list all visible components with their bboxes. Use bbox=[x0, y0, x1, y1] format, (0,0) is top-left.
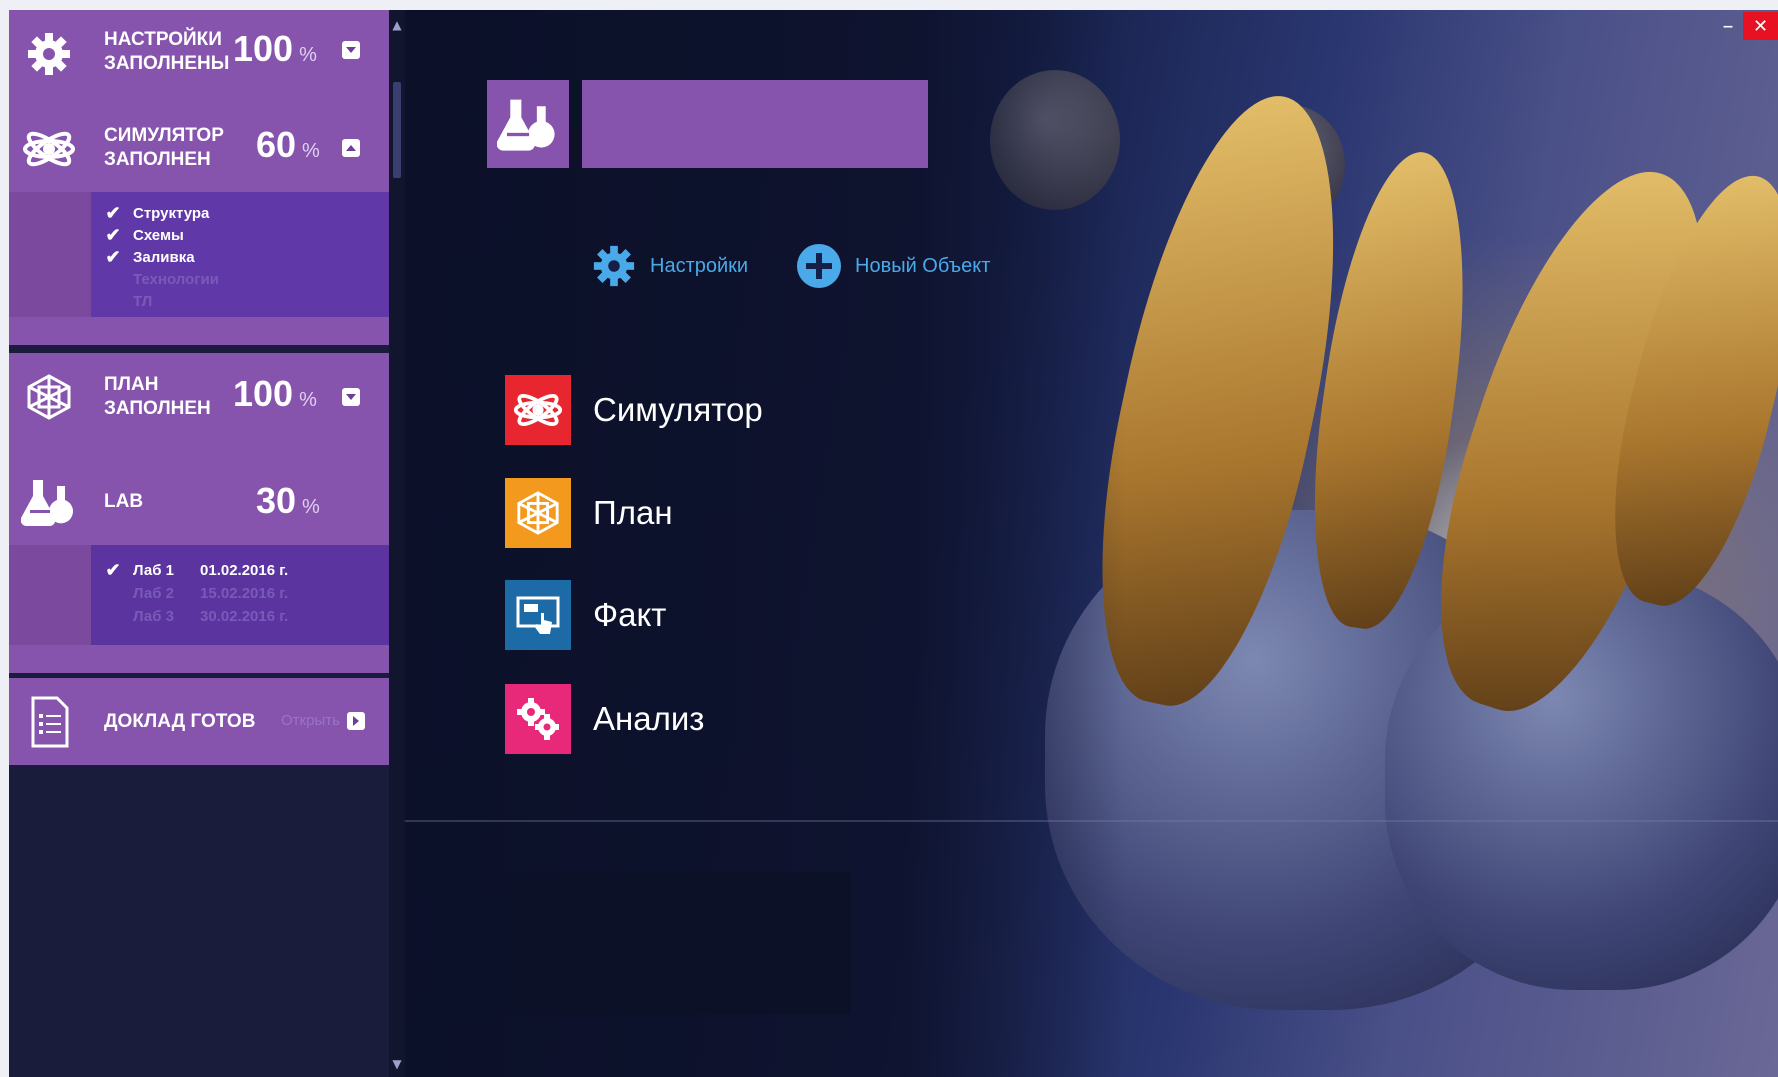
checklist-label: Технологии bbox=[133, 270, 219, 288]
divider bbox=[405, 820, 1778, 822]
scroll-down-icon[interactable]: ▼ bbox=[389, 1057, 405, 1077]
plus-circle-icon bbox=[795, 242, 843, 290]
menu-item-label: Симулятор bbox=[593, 391, 763, 428]
lab-label: Лаб 2 bbox=[133, 584, 175, 602]
collapse-toggle[interactable] bbox=[342, 41, 360, 59]
settings-link-label: Настройки bbox=[650, 254, 749, 277]
simulator-checklist: ✔ Структура ✔ Схемы ✔ Заливка Технологии ТЛ bbox=[91, 192, 389, 317]
stage-settings[interactable]: НАСТРОЙКИ ЗАПОЛНЕНЫ 100% bbox=[9, 10, 389, 97]
lab-label: Лаб 3 bbox=[133, 607, 175, 625]
stage-percent: 30% bbox=[256, 480, 320, 521]
menu-item-label: План bbox=[593, 494, 673, 531]
new-object-link-label: Новый Объект bbox=[855, 254, 991, 277]
list-item[interactable]: ✔ Лаб 1 01.02.2016 г. bbox=[91, 559, 389, 581]
menu-item-simulator[interactable]: Симулятор bbox=[505, 375, 763, 445]
gear-icon bbox=[9, 10, 89, 97]
info-panel bbox=[505, 872, 851, 1014]
lab-list: ✔ Лаб 1 01.02.2016 г. Лаб 2 15.02.2016 г. Л… bbox=[91, 545, 389, 645]
check-icon: ✔ bbox=[105, 246, 121, 267]
progress-sidebar: НАСТРОЙКИ ЗАПОЛНЕНЫ 100% СИМУЛЯТОР ЗАПОЛ… bbox=[9, 10, 389, 1077]
open-report-button[interactable] bbox=[347, 712, 365, 730]
check-icon: ✔ bbox=[105, 224, 121, 245]
list-item: ✔ Структура bbox=[91, 202, 389, 224]
check-icon: ✔ bbox=[105, 559, 121, 580]
check-icon: ✔ bbox=[105, 202, 121, 223]
stage-title: НАСТРОЙКИ ЗАПОЛНЕНЫ bbox=[104, 29, 230, 74]
lab-date: 30.02.2016 г. bbox=[200, 607, 289, 625]
stage-divider bbox=[9, 317, 389, 325]
minimize-button[interactable]: – bbox=[1715, 12, 1741, 40]
menu-item-fact[interactable]: Факт bbox=[505, 580, 666, 650]
main-area: Настройки Новый Объект Симулятор План Фа… bbox=[405, 10, 1778, 1077]
menu-item-label: Факт bbox=[593, 596, 667, 633]
stage-title: ПЛАН ЗАПОЛНЕН bbox=[104, 374, 211, 419]
stage-icon-column bbox=[9, 545, 91, 645]
stage-title: ДОКЛАД ГОТОВ bbox=[104, 711, 256, 732]
menu-item-plan[interactable]: План bbox=[505, 478, 673, 548]
menu-item-label: Анализ bbox=[593, 700, 705, 737]
checklist-label: Структура bbox=[133, 204, 210, 222]
lab-date: 01.02.2016 г. bbox=[200, 561, 289, 579]
list-item: ✔ Схемы bbox=[91, 224, 389, 246]
open-report-link[interactable]: Открыть bbox=[281, 712, 340, 729]
checklist-label: Схемы bbox=[133, 226, 184, 244]
sidebar-scrollbar[interactable]: ▲ ▼ bbox=[389, 10, 405, 1077]
flasks-icon bbox=[9, 458, 89, 545]
stage-percent: 100% bbox=[233, 373, 317, 414]
atom-icon bbox=[505, 375, 571, 445]
checklist-label: Заливка bbox=[133, 248, 195, 266]
gear-icon bbox=[590, 242, 638, 290]
lab-label: Лаб 1 bbox=[133, 561, 175, 579]
lab-date: 15.02.2016 г. bbox=[200, 584, 289, 602]
close-button[interactable]: ✕ bbox=[1743, 12, 1778, 40]
stage-connector-arrow bbox=[9, 653, 389, 673]
list-item[interactable]: Лаб 3 30.02.2016 г. bbox=[91, 605, 389, 627]
stage-icon-column bbox=[9, 192, 91, 317]
stage-lab[interactable]: LAB 30% bbox=[9, 458, 389, 545]
list-item[interactable]: Лаб 2 15.02.2016 г. bbox=[91, 582, 389, 604]
menu-item-analysis[interactable]: Анализ bbox=[505, 684, 704, 754]
scroll-thumb[interactable] bbox=[393, 82, 401, 178]
stage-percent: 60% bbox=[256, 124, 320, 165]
stage-connector-arrow bbox=[9, 325, 389, 345]
object-title-field[interactable] bbox=[582, 80, 928, 168]
scroll-up-icon[interactable]: ▲ bbox=[389, 18, 405, 38]
stage-title: LAB bbox=[104, 491, 144, 512]
expand-toggle[interactable] bbox=[342, 139, 360, 157]
stage-percent: 100% bbox=[233, 28, 317, 69]
atom-icon bbox=[9, 106, 89, 192]
touch-screen-icon bbox=[505, 580, 571, 650]
checklist-label: ТЛ bbox=[133, 292, 153, 310]
stage-title: СИМУЛЯТОР ЗАПОЛНЕН bbox=[104, 125, 224, 170]
new-object-link[interactable]: Новый Объект bbox=[795, 240, 990, 292]
stage-simulator[interactable]: СИМУЛЯТОР ЗАПОЛНЕН 60% bbox=[9, 106, 389, 192]
stage-divider bbox=[9, 645, 389, 653]
stage-plan[interactable]: ПЛАН ЗАПОЛНЕН 100% bbox=[9, 353, 389, 441]
stage-report[interactable]: ДОКЛАД ГОТОВ Открыть bbox=[9, 678, 389, 765]
list-item: Технологии bbox=[91, 268, 389, 290]
object-icon bbox=[487, 80, 569, 168]
network-cube-icon bbox=[9, 353, 89, 441]
network-cube-icon bbox=[505, 478, 571, 548]
list-item: ТЛ bbox=[91, 290, 389, 312]
document-icon bbox=[9, 678, 89, 765]
list-item: ✔ Заливка bbox=[91, 246, 389, 268]
app-window: НАСТРОЙКИ ЗАПОЛНЕНЫ 100% СИМУЛЯТОР ЗАПОЛ… bbox=[9, 10, 1778, 1077]
settings-link[interactable]: Настройки bbox=[590, 240, 748, 292]
gears-icon bbox=[505, 684, 571, 754]
collapse-toggle[interactable] bbox=[342, 388, 360, 406]
